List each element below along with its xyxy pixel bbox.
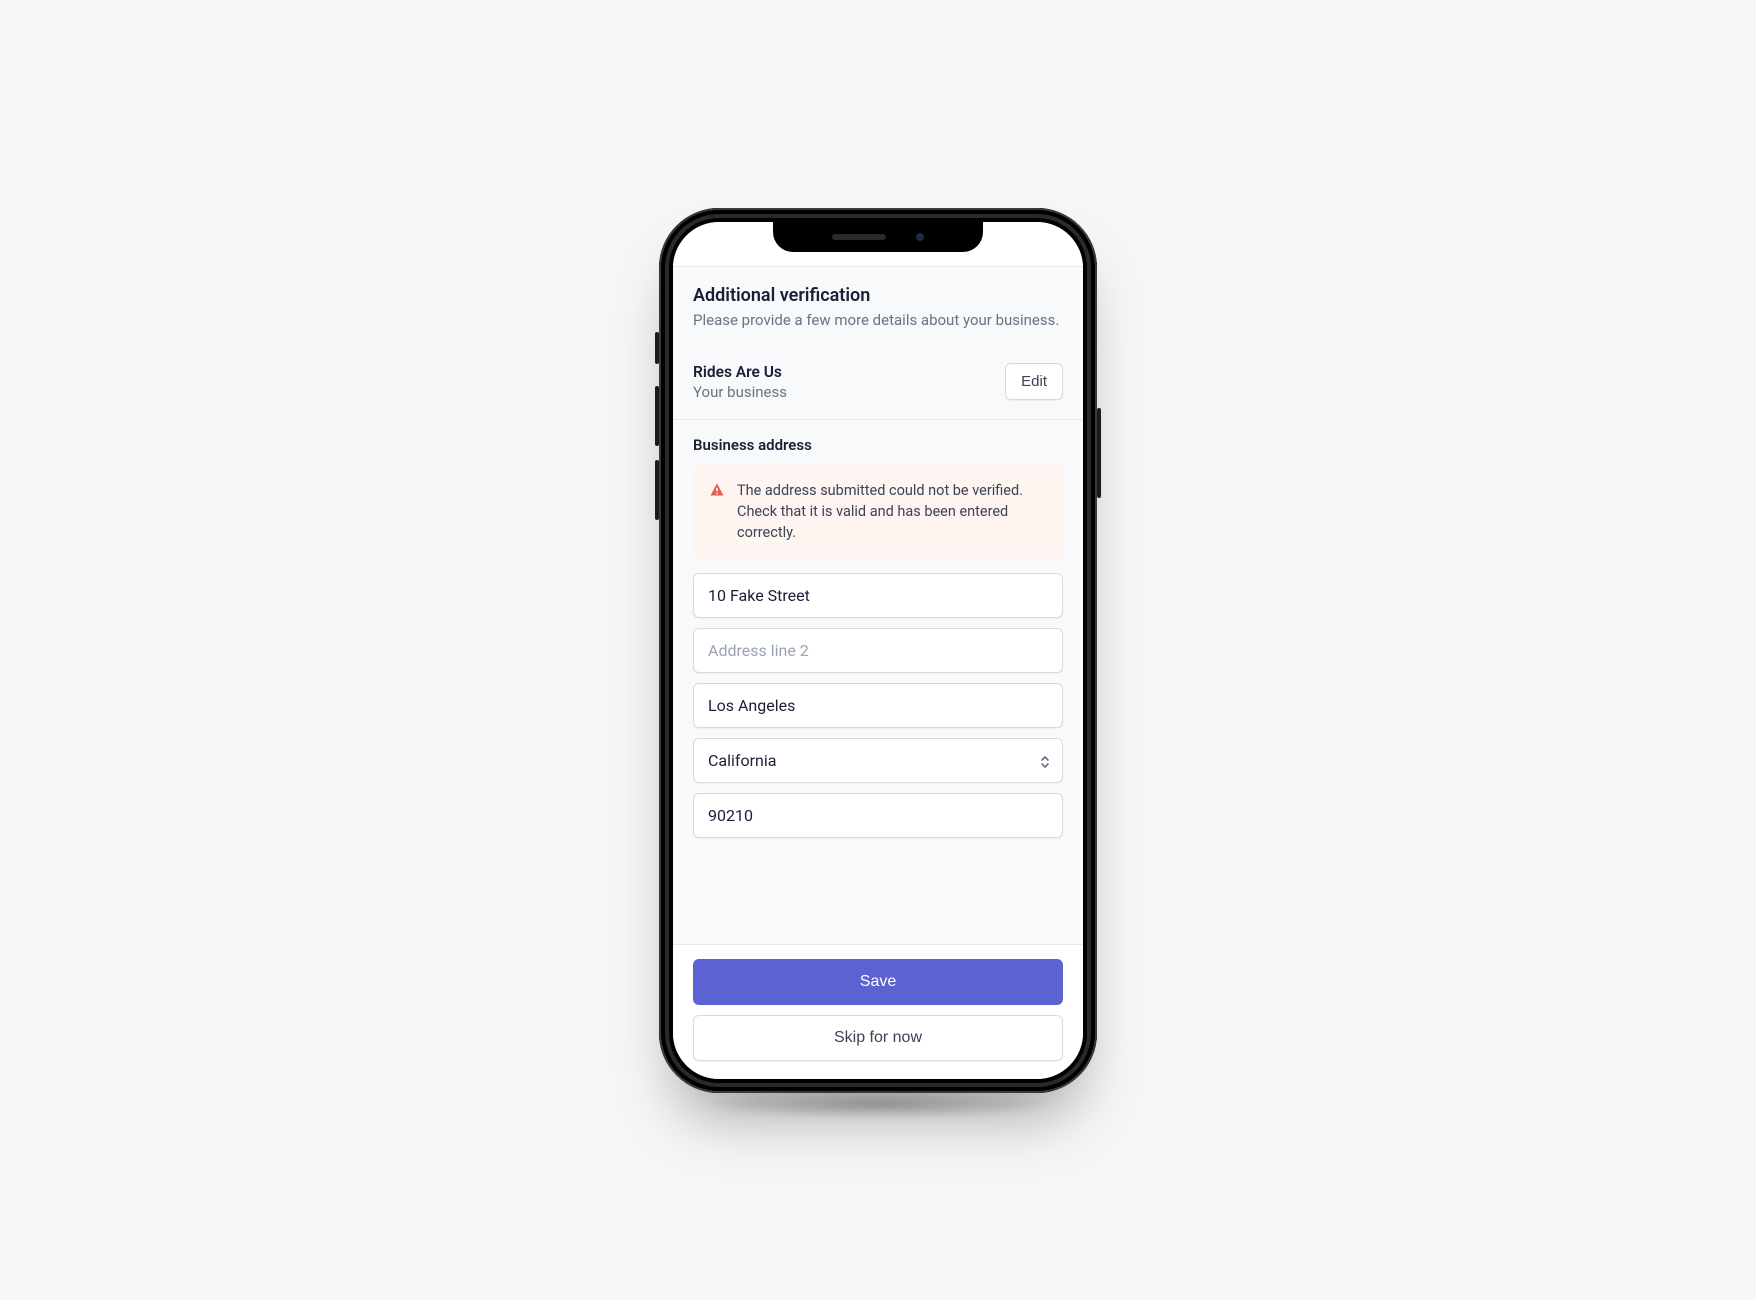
state-select-wrap: California: [693, 738, 1063, 793]
business-type-label: Your business: [693, 383, 787, 401]
address-line2-input[interactable]: [693, 628, 1063, 673]
page-subtitle: Please provide a few more details about …: [693, 310, 1063, 331]
error-alert: The address submitted could not be verif…: [693, 466, 1063, 557]
edit-button[interactable]: Edit: [1005, 363, 1063, 400]
screen: Additional verification Please provide a…: [673, 222, 1083, 1079]
address-line1-input[interactable]: [693, 573, 1063, 618]
save-button[interactable]: Save: [693, 959, 1063, 1005]
volume-up-button[interactable]: [655, 386, 659, 446]
footer: Save Skip for now: [673, 944, 1083, 1079]
error-message: The address submitted could not be verif…: [737, 480, 1047, 543]
business-info: Rides Are Us Your business: [693, 363, 787, 401]
warning-icon: [709, 480, 725, 543]
address-section-label: Business address: [693, 436, 1063, 454]
city-input[interactable]: [693, 683, 1063, 728]
phone-frame: Additional verification Please provide a…: [659, 208, 1097, 1093]
header-section: Additional verification Please provide a…: [673, 267, 1083, 349]
business-name: Rides Are Us: [693, 363, 787, 381]
skip-button[interactable]: Skip for now: [693, 1015, 1063, 1061]
front-camera: [916, 233, 924, 241]
state-select[interactable]: California: [693, 738, 1063, 783]
page-title: Additional verification: [693, 285, 1063, 306]
volume-down-button[interactable]: [655, 460, 659, 520]
zip-input[interactable]: [693, 793, 1063, 838]
mute-switch[interactable]: [655, 332, 659, 364]
address-section: Business address The address submitted c…: [673, 420, 1083, 870]
speaker-grille: [832, 234, 886, 240]
business-row: Rides Are Us Your business Edit: [673, 349, 1083, 419]
notch: [773, 222, 983, 252]
power-button[interactable]: [1097, 408, 1101, 498]
content: Additional verification Please provide a…: [673, 267, 1083, 944]
